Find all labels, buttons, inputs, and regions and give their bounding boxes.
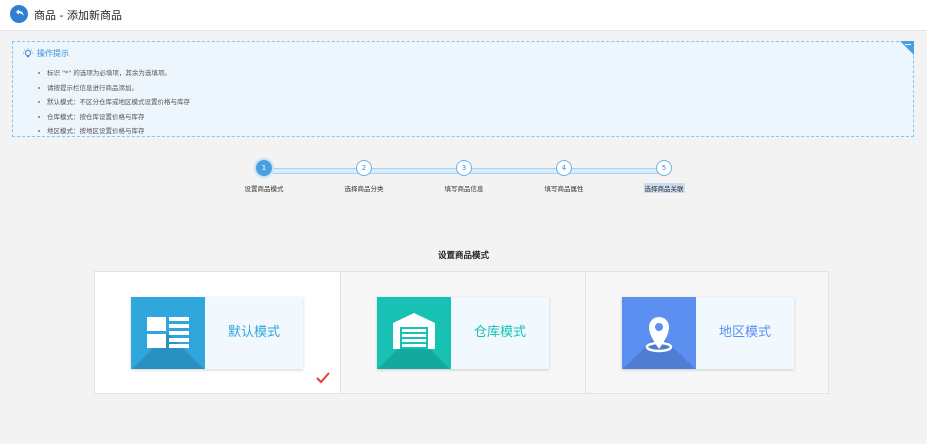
mode-selector: 默认模式 仓库模式 地区模式 [94, 271, 829, 394]
step-5[interactable]: 5 选择商品关联 [624, 160, 704, 195]
back-button[interactable] [10, 5, 28, 23]
step-label: 填写商品属性 [544, 185, 584, 193]
step-3[interactable]: 3 填写商品信息 [424, 160, 504, 193]
step-number: 3 [456, 160, 472, 176]
mode-card: 地区模式 [622, 297, 794, 369]
list-layout-icon [147, 317, 189, 348]
mode-option-region[interactable]: 地区模式 [585, 272, 830, 393]
step-number: 5 [656, 160, 672, 176]
mode-card: 仓库模式 [377, 297, 549, 369]
map-pin-icon [645, 317, 673, 353]
tips-panel: 操作提示 标识 "*" 的选项为必填项，其余为选填项。 请按提示栏信息进行商品添… [12, 41, 914, 137]
mode-icon-tile [377, 297, 451, 369]
tips-item: 地区模式：按地区设置价格与库存 [37, 124, 190, 139]
mode-label: 地区模式 [718, 325, 771, 340]
mode-icon-tile [622, 297, 696, 369]
step-1[interactable]: 1 设置商品模式 [224, 160, 304, 193]
lightbulb-icon [23, 48, 33, 58]
step-label: 填写商品信息 [444, 185, 484, 193]
mode-option-default[interactable]: 默认模式 [95, 272, 340, 393]
tips-title: 操作提示 [37, 49, 69, 58]
step-4[interactable]: 4 填写商品属性 [524, 160, 604, 193]
tips-list: 标识 "*" 的选项为必填项，其余为选填项。 请按提示栏信息进行商品添加。 默认… [37, 66, 190, 139]
step-progress: 1 设置商品模式 2 选择商品分类 3 填写商品信息 4 填写商品属性 5 选择… [0, 160, 927, 200]
step-label: 选择商品关联 [643, 183, 685, 193]
step-label: 设置商品模式 [244, 185, 284, 193]
step-number: 4 [556, 160, 572, 176]
step-number: 2 [356, 160, 372, 176]
tips-item: 仓库模式：按仓库设置价格与库存 [37, 110, 190, 125]
checkmark-icon [316, 372, 330, 384]
tips-item: 标识 "*" 的选项为必填项，其余为选填项。 [37, 66, 190, 81]
page-title: 商品 - 添加新商品 [34, 9, 122, 22]
warehouse-icon [393, 313, 435, 349]
step-number: 1 [256, 160, 272, 176]
step-2[interactable]: 2 选择商品分类 [324, 160, 404, 193]
section-title: 设置商品模式 [437, 251, 489, 261]
tips-item: 默认模式：不区分仓库或地区模式设置价格与库存 [37, 95, 190, 110]
mode-option-warehouse[interactable]: 仓库模式 [340, 272, 585, 393]
mode-label: 默认模式 [227, 325, 280, 340]
step-label: 选择商品分类 [344, 185, 384, 193]
back-arrow-icon [16, 9, 24, 16]
mode-label: 仓库模式 [473, 325, 526, 340]
mode-card: 默认模式 [131, 297, 303, 369]
tips-item: 请按提示栏信息进行商品添加。 [37, 81, 190, 96]
page-header: 商品 - 添加新商品 [0, 0, 927, 31]
mode-icon-tile [131, 297, 205, 369]
